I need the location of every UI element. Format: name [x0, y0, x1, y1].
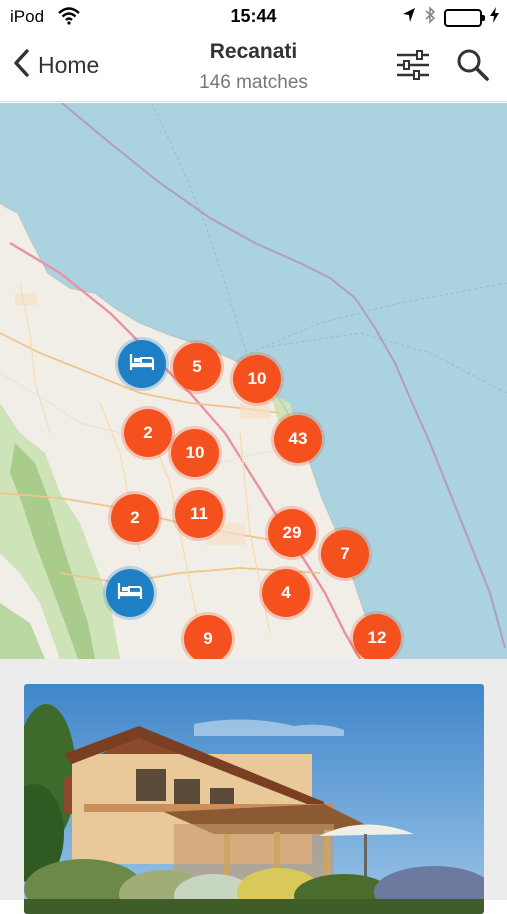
cluster-marker[interactable]: 10 — [171, 429, 219, 477]
cluster-marker[interactable]: 10 — [233, 355, 281, 403]
filter-button[interactable] — [396, 50, 430, 85]
hotel-pin[interactable] — [118, 340, 166, 388]
bluetooth-icon — [424, 6, 436, 29]
cluster-marker[interactable]: 5 — [173, 343, 221, 391]
battery-icon — [444, 8, 485, 27]
search-icon — [456, 49, 490, 86]
match-count: 146 matches — [199, 72, 308, 93]
cluster-marker[interactable]: 43 — [274, 415, 322, 463]
status-bar: iPod 15:44 — [0, 0, 507, 34]
town-area — [15, 293, 37, 305]
hotel-pin[interactable] — [106, 569, 154, 617]
hotel-bed-icon — [117, 581, 143, 606]
town-area — [240, 403, 270, 419]
results-list[interactable] — [0, 659, 507, 914]
page-title: Recanati — [209, 40, 298, 63]
villa-photo — [24, 684, 484, 914]
search-button[interactable] — [456, 48, 490, 87]
hotel-bed-icon — [129, 352, 155, 377]
cluster-marker[interactable]: 29 — [268, 509, 316, 557]
cluster-marker[interactable]: 4 — [262, 569, 310, 617]
filter-sliders-icon — [396, 50, 430, 84]
cluster-marker[interactable]: 11 — [175, 490, 223, 538]
cluster-marker[interactable]: 7 — [321, 530, 369, 578]
shipping-lane-2 — [249, 282, 507, 354]
cluster-marker[interactable]: 9 — [184, 615, 232, 659]
cluster-marker[interactable]: 2 — [124, 409, 172, 457]
map-view[interactable]: 5 10 2 10 43 2 11 29 7 4 9 12 — [0, 103, 507, 659]
nav-bar: Home Recanati 146 matches — [0, 34, 507, 102]
charging-icon — [490, 7, 499, 28]
cluster-marker[interactable]: 2 — [111, 494, 159, 542]
listing-card[interactable] — [24, 684, 484, 914]
location-arrow-icon — [402, 7, 416, 28]
cluster-marker[interactable]: 12 — [353, 614, 401, 659]
